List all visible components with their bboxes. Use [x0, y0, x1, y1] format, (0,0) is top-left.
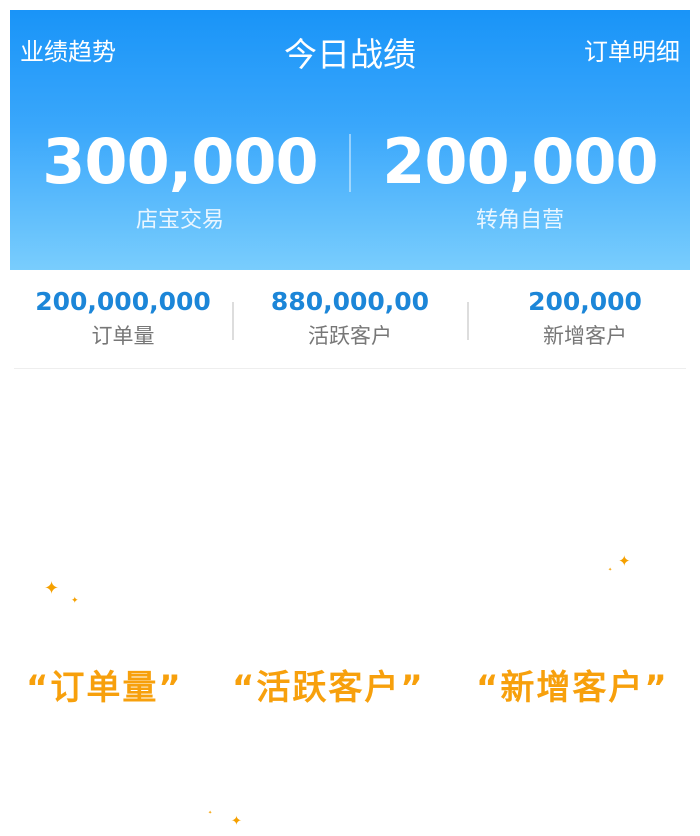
stat-active-customers[interactable]: 880,000,00 活跃客户 [237, 286, 463, 350]
sparkle-icon: ✦ [44, 578, 60, 599]
hero-stat-label: 转角自营 [475, 208, 564, 233]
top-bar: 业绩趋势 今日战绩 订单明细 [10, 10, 690, 88]
hero-stat-label: 店宝交易 [135, 208, 224, 233]
sparkle-icon: ✦ [608, 567, 613, 573]
hero-panel: 业绩趋势 今日战绩 订单明细 300,000 店宝交易 200,000 转角自营 [10, 10, 690, 270]
sparkle-icon: ✦ [208, 810, 213, 816]
sparkle-icon: ✦ [71, 596, 79, 606]
stats-row: 200,000,000 订单量 880,000,00 活跃客户 200,000 … [10, 270, 690, 368]
stat-label: 订单量 [91, 324, 155, 348]
highlight-orders: “订单量” [26, 668, 183, 708]
stat-divider [467, 302, 469, 340]
stat-divider [232, 302, 234, 340]
stat-new-customers[interactable]: 200,000 新增客户 [472, 286, 698, 350]
hero-stat-self-operated: 200,000 转角自营 [350, 128, 690, 234]
stat-value: 200,000,000 [35, 287, 211, 316]
sparkle-icon: ✦ [231, 814, 242, 829]
hero-stat-value: 200,000 [382, 125, 658, 198]
hero-stat-store-trade: 300,000 店宝交易 [10, 128, 350, 234]
sparkle-icon: ✦ [618, 552, 631, 570]
order-details-link[interactable]: 订单明细 [584, 32, 680, 67]
stat-orders[interactable]: 200,000,000 订单量 [10, 286, 236, 350]
hero-stat-value: 300,000 [42, 125, 318, 198]
highlight-new-customers: “新增客户” [476, 668, 669, 708]
stat-label: 活跃客户 [308, 324, 392, 348]
divider-line [14, 368, 686, 369]
stat-label: 新增客户 [543, 324, 627, 348]
highlight-active-customers: “活跃客户” [232, 668, 425, 708]
page: 业绩趋势 今日战绩 订单明细 300,000 店宝交易 200,000 转角自营… [0, 0, 700, 836]
stat-value: 880,000,00 [270, 287, 430, 316]
stat-value: 200,000 [528, 287, 642, 316]
